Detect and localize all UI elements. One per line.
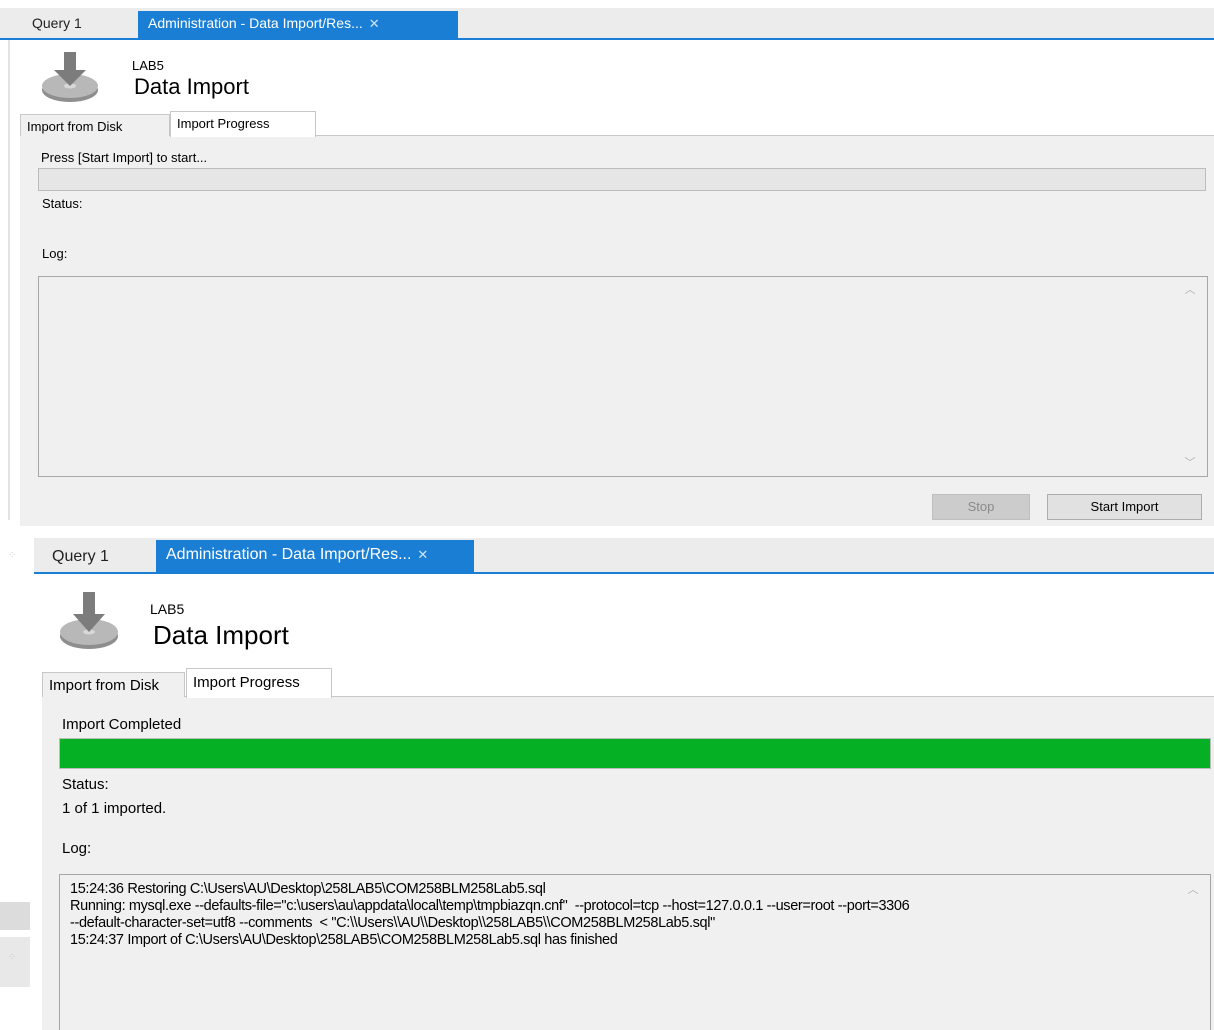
download-disk-icon: [42, 52, 98, 102]
progress-message: Import Completed: [62, 716, 182, 733]
subtab-label: Import Progress: [177, 116, 270, 131]
subtab-label: Import from Disk: [27, 119, 123, 134]
log-label: Log:: [62, 840, 92, 857]
import-panel-after: ⁘ ⁘ Query 1 Administration - Data Import…: [0, 532, 1214, 1030]
subtab-label: Import from Disk: [49, 677, 160, 694]
progress-bar: [59, 738, 1211, 769]
progress-fill: [60, 739, 1210, 768]
chevron-up-icon[interactable]: ︿: [1183, 283, 1197, 297]
close-icon[interactable]: ✕: [369, 16, 380, 31]
tab-query-1[interactable]: Query 1: [20, 11, 132, 39]
tab-query-1[interactable]: Query 1: [40, 542, 152, 573]
log-textarea[interactable]: ︿ ﹀: [38, 276, 1208, 477]
server-name: LAB5: [132, 58, 164, 73]
import-panel-before: Query 1 Administration - Data Import/Res…: [0, 0, 1214, 526]
chevron-down-icon[interactable]: ﹀: [1183, 456, 1197, 470]
download-disk-icon: [60, 592, 118, 649]
page-title: Data Import: [134, 74, 249, 99]
log-line: Running: mysql.exe --defaults-file="c:\u…: [70, 898, 910, 914]
window-edge: [8, 40, 10, 520]
tab-label: Query 1: [52, 548, 109, 565]
progress-message: Press [Start Import] to start...: [41, 150, 208, 165]
log-line: 15:24:37 Import of C:\Users\AU\Desktop\2…: [70, 932, 618, 948]
tab-label: Query 1: [32, 15, 82, 31]
tab-label: Administration - Data Import/Res...: [166, 546, 412, 563]
page-title: Data Import: [153, 620, 289, 650]
subtab-label: Import Progress: [193, 674, 300, 691]
tab-administration-data-import[interactable]: Administration - Data Import/Res... ✕: [156, 540, 474, 573]
chevron-up-icon[interactable]: ︿: [1186, 883, 1200, 897]
log-content: 15:24:36 Restoring C:\Users\AU\Desktop\2…: [70, 881, 1170, 949]
progress-bar: [38, 168, 1206, 191]
grip-icon: ⁘: [8, 550, 17, 561]
window-edge: [0, 902, 30, 930]
tab-administration-data-import[interactable]: Administration - Data Import/Res... ✕: [138, 11, 458, 39]
tab-import-progress[interactable]: Import Progress: [170, 111, 316, 137]
server-name: LAB5: [150, 601, 185, 617]
status-label: Status:: [62, 776, 109, 793]
log-line: 15:24:36 Restoring C:\Users\AU\Desktop\2…: [70, 881, 546, 897]
status-value: 1 of 1 imported.: [62, 800, 167, 817]
tab-import-from-disk[interactable]: Import from Disk: [42, 672, 185, 697]
close-icon[interactable]: ✕: [417, 547, 428, 562]
grip-icon: ⁘: [8, 952, 17, 963]
log-line: --default-character-set=utf8 --comments …: [70, 915, 715, 931]
status-label: Status:: [42, 196, 83, 211]
log-textarea[interactable]: 15:24:36 Restoring C:\Users\AU\Desktop\2…: [59, 874, 1211, 1030]
start-import-button[interactable]: Start Import: [1047, 494, 1202, 520]
tab-label: Administration - Data Import/Res...: [148, 15, 363, 31]
tab-import-from-disk[interactable]: Import from Disk: [20, 114, 170, 136]
tab-import-progress[interactable]: Import Progress: [186, 668, 332, 698]
log-label: Log:: [42, 246, 68, 261]
stop-button[interactable]: Stop: [932, 494, 1030, 520]
